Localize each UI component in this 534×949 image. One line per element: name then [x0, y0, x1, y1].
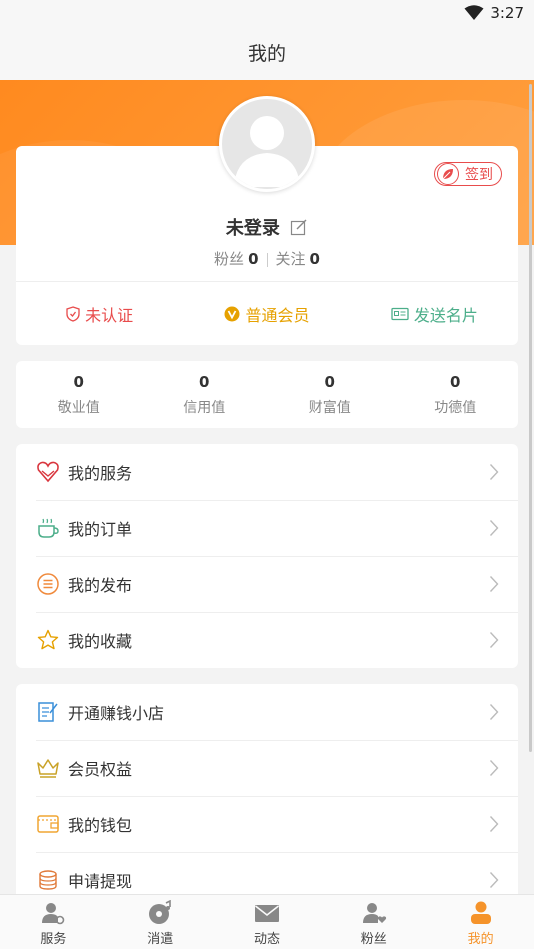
- stat-item[interactable]: 0 财富值: [267, 361, 393, 428]
- following-label: 关注: [275, 250, 306, 268]
- menu-item-my-posts[interactable]: 我的发布: [16, 556, 518, 612]
- menu-label: 我的发布: [68, 576, 133, 595]
- menu-group-account: 我的服务 我的订单 我的发布 我的收藏: [16, 444, 518, 668]
- person-gear-icon: [39, 899, 67, 927]
- stat-label: 信用值: [183, 400, 226, 416]
- tab-label: 服务: [40, 932, 67, 947]
- menu-item-open-shop[interactable]: 开通赚钱小店: [16, 684, 518, 740]
- vip-icon: [224, 306, 240, 321]
- notepad-icon: [36, 700, 60, 724]
- avatar[interactable]: [219, 96, 315, 192]
- menu-label: 开通赚钱小店: [68, 704, 165, 723]
- stat-item[interactable]: 0 敬业值: [16, 361, 142, 428]
- page-title: 我的: [0, 28, 534, 80]
- stat-value: 0: [450, 373, 461, 391]
- send-card-badge[interactable]: 发送名片: [351, 282, 518, 345]
- stat-label: 敬业值: [57, 400, 100, 416]
- status-time: 3:27: [490, 4, 524, 22]
- tab-label: 粉丝: [360, 932, 387, 947]
- username: 未登录: [225, 218, 280, 239]
- member-badge[interactable]: 普通会员: [183, 282, 350, 345]
- tab-fans[interactable]: 粉丝: [320, 895, 427, 949]
- badge-row: 未认证 普通会员 发送名片: [16, 282, 518, 345]
- verify-badge[interactable]: 未认证: [16, 282, 183, 345]
- shield-icon: [66, 305, 80, 322]
- stat-value: 0: [324, 373, 335, 391]
- menu-label: 我的钱包: [68, 816, 133, 835]
- chevron-right-icon: [482, 868, 506, 892]
- menu-item-my-favorites[interactable]: 我的收藏: [16, 612, 518, 668]
- stat-value: 0: [199, 373, 210, 391]
- person-icon: [467, 899, 495, 927]
- checkin-label: 签到: [465, 167, 493, 183]
- username-row[interactable]: 未登录: [16, 214, 518, 240]
- crown-icon: [36, 756, 60, 780]
- bottom-tab-bar: 服务 消遣 动态 粉丝 我的: [0, 894, 534, 949]
- tab-leisure[interactable]: 消遣: [107, 895, 214, 949]
- cup-icon: [36, 516, 60, 540]
- edit-icon[interactable]: [290, 218, 308, 236]
- chevron-right-icon: [482, 628, 506, 652]
- menu-item-my-wallet[interactable]: 我的钱包: [16, 796, 518, 852]
- member-label: 普通会员: [245, 305, 310, 325]
- card-icon: [391, 307, 409, 320]
- tab-feed[interactable]: 动态: [214, 895, 321, 949]
- tab-label: 动态: [253, 932, 280, 947]
- mail-icon: [253, 899, 281, 927]
- stats-card: 0 敬业值 0 信用值 0 财富值 0 功德值: [16, 361, 518, 428]
- default-avatar-icon: [234, 116, 300, 187]
- leaf-icon: [437, 163, 459, 185]
- list-circle-icon: [36, 572, 60, 596]
- menu-label: 会员权益: [68, 760, 133, 779]
- wifi-icon: [464, 5, 484, 20]
- heart-hands-icon: [36, 460, 60, 484]
- verify-label: 未认证: [85, 305, 134, 325]
- stat-item[interactable]: 0 信用值: [142, 361, 268, 428]
- following-count: 0: [309, 250, 320, 268]
- chevron-right-icon: [482, 460, 506, 484]
- checkin-button[interactable]: 签到: [434, 162, 502, 186]
- star-icon: [36, 628, 60, 652]
- tab-label: 我的: [467, 932, 494, 947]
- chevron-right-icon: [482, 516, 506, 540]
- tab-mine[interactable]: 我的: [427, 895, 534, 949]
- person-heart-icon: [360, 899, 388, 927]
- following-stat[interactable]: 关注 0: [276, 250, 320, 268]
- menu-item-my-orders[interactable]: 我的订单: [16, 500, 518, 556]
- follow-stats: 粉丝 0 关注 0: [16, 248, 518, 269]
- divider: [266, 252, 268, 267]
- coins-icon: [36, 868, 60, 892]
- stat-item[interactable]: 0 功德值: [393, 361, 519, 428]
- chevron-right-icon: [482, 572, 506, 596]
- scrollbar[interactable]: [529, 84, 532, 752]
- menu-item-my-services[interactable]: 我的服务: [16, 444, 518, 500]
- tab-services[interactable]: 服务: [0, 895, 107, 949]
- fans-stat[interactable]: 粉丝 0: [214, 250, 258, 268]
- chevron-right-icon: [482, 700, 506, 724]
- chevron-right-icon: [482, 812, 506, 836]
- chevron-right-icon: [482, 756, 506, 780]
- send-card-label: 发送名片: [413, 305, 478, 325]
- disc-icon: [146, 899, 174, 927]
- stat-label: 财富值: [308, 400, 351, 416]
- status-bar: 3:27: [0, 0, 534, 28]
- menu-label: 申请提现: [68, 872, 133, 891]
- stat-label: 功德值: [434, 400, 477, 416]
- stat-value: 0: [73, 373, 84, 391]
- menu-label: 我的服务: [68, 464, 133, 483]
- fans-label: 粉丝: [214, 250, 245, 268]
- tab-label: 消遣: [147, 932, 174, 947]
- menu-item-member-benefits[interactable]: 会员权益: [16, 740, 518, 796]
- status-right: 3:27: [464, 4, 524, 22]
- fans-count: 0: [248, 250, 259, 268]
- menu-label: 我的订单: [68, 520, 133, 539]
- menu-label: 我的收藏: [68, 632, 133, 651]
- menu-group-wallet: 开通赚钱小店 会员权益 我的钱包 申请提现: [16, 684, 518, 924]
- wallet-icon: [36, 812, 60, 836]
